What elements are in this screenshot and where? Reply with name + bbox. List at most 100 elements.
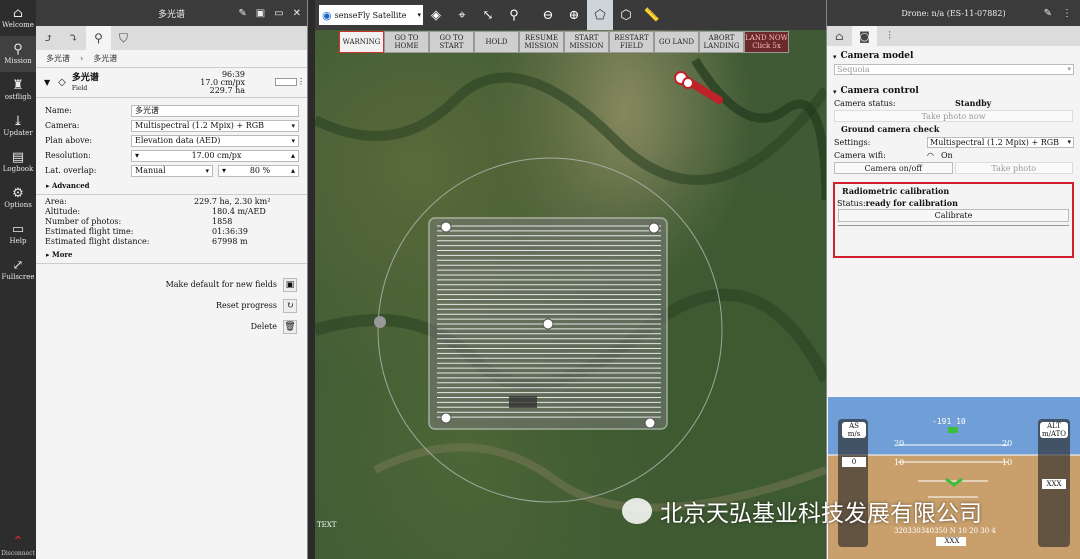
settings-select[interactable]: Multispectral (1.2 Mpix) + RGB (927, 136, 1074, 148)
more-vert-icon[interactable]: ⋮ (297, 77, 305, 86)
summary-label: Altitude: (45, 207, 81, 216)
breadcrumb-item[interactable]: 多光谱 (93, 53, 117, 64)
tab-takeoff[interactable]: ⤴ (36, 26, 61, 50)
zoom-out-button[interactable]: ⊖ (535, 0, 561, 30)
command-abort-landing-button[interactable]: ABORT LANDING (699, 31, 744, 53)
zoom-in-button[interactable]: ⊕ (561, 0, 587, 30)
camera-onoff-button[interactable]: Camera on/off (834, 162, 953, 174)
close-icon[interactable]: ✕ (293, 8, 301, 19)
calibrate-button[interactable]: Calibrate (838, 209, 1069, 222)
save-icon[interactable]: ▣ (256, 8, 265, 19)
layers-button[interactable]: ◈ (423, 0, 449, 30)
field-type: Field (71, 84, 88, 92)
take-photo-button[interactable]: Take photo (954, 162, 1073, 174)
command-resume-mission-button[interactable]: RESUME MISSION (519, 31, 564, 53)
increment-icon[interactable]: ▴ (291, 166, 295, 175)
locate-button[interactable]: ⚲ (501, 0, 527, 30)
nav-item-logbook[interactable]: ▤ Logbook (0, 144, 36, 180)
resolution-stepper[interactable]: ▾ 17.00 cm/px ▴ (131, 149, 299, 162)
polygon-corner-handle[interactable] (644, 417, 656, 429)
nav-item-help[interactable]: ▭ Help (0, 216, 36, 252)
nav-item-ostfligh[interactable]: ♜ ostfligh (0, 72, 36, 108)
camera-model-header[interactable]: Camera model (827, 50, 1080, 62)
breadcrumb-item[interactable]: 多光谱 (46, 53, 70, 64)
camera-status-row: Camera status: Standby (827, 97, 1080, 109)
postflight-icon: ♜ (12, 78, 24, 93)
disconnect-button[interactable]: ⌃ Disconnect (0, 534, 36, 557)
advanced-toggle[interactable]: ▸ Advanced (36, 178, 307, 192)
map-layer-select[interactable]: ◉ senseFly Satellite ▾ (319, 5, 423, 25)
tab-safety[interactable]: ⛉ (111, 26, 136, 50)
more-vert-icon[interactable]: ⋮ (1062, 8, 1072, 19)
polygon-corner-handle[interactable] (440, 221, 452, 233)
nav-item-mission[interactable]: ⚲ Mission (0, 36, 36, 72)
summary-row: Estimated flight distance: 67998 m (36, 237, 307, 247)
geofence-handle[interactable] (374, 316, 386, 328)
camera-select[interactable]: Multispectral (1.2 Mpix) + RGB (131, 119, 299, 132)
map-canvas[interactable] (315, 0, 826, 559)
more-toggle[interactable]: ▸ More (36, 247, 307, 261)
name-input[interactable]: 多光谱 (131, 104, 299, 117)
breadcrumb: 多光谱 › 多光谱 (36, 50, 307, 68)
map-toolbar: ◉ senseFly Satellite ▾ ◈ ⌖ ⤡ ⚲ ⊖ ⊕ ⬠ ⬡ 📏 (315, 0, 826, 30)
command-go-to-home-button[interactable]: GO TO HOME (384, 31, 429, 53)
takeoff-icon: ⤴ (43, 31, 54, 45)
tab-waypoint[interactable]: ⚲ (86, 26, 111, 50)
draw-area-button[interactable]: ⬠ (587, 0, 613, 30)
make-default-button[interactable]: ▣ (283, 277, 297, 292)
reset-progress-button[interactable]: ↻ (283, 298, 297, 313)
edit-icon[interactable]: ✎ (1044, 8, 1052, 19)
tab-landing[interactable]: ⤵ (61, 26, 86, 50)
wifi-value: On (941, 150, 953, 160)
nav-item-welcome[interactable]: ⌂ Welcome (0, 0, 36, 36)
field-header[interactable]: ▼ ◇ 多光谱 Field 96:39 17.0 cm/px 229.7 ha … (36, 68, 307, 98)
command-warning-button[interactable]: WARNING (339, 31, 384, 53)
camera-model-select[interactable]: Sequoia (834, 63, 1074, 75)
command-start-mission-button[interactable]: START MISSION (564, 31, 609, 53)
polygon-corner-handle[interactable] (648, 222, 660, 234)
tab-settings[interactable]: ⫶ (877, 26, 902, 46)
lat-overlap-stepper[interactable]: ▾ 80 % ▴ (218, 164, 299, 177)
collapse-caret-icon[interactable]: ▼ (44, 78, 50, 87)
increment-icon[interactable]: ▴ (291, 151, 295, 160)
nav-item-label: Logbook (2, 165, 34, 173)
command-land-now-click-5x-button[interactable]: LAND NOW Click 5x (744, 31, 789, 53)
decrement-icon[interactable]: ▾ (135, 151, 139, 160)
radiometric-status-value: ready for calibration (865, 198, 958, 208)
tab-camera[interactable]: ◙ (852, 26, 877, 46)
resolution-value: 17.00 cm/px (191, 151, 242, 160)
nav-item-label: Help (9, 237, 27, 245)
draw-polygon-button[interactable]: ⬡ (613, 0, 639, 30)
start-marker[interactable] (509, 396, 537, 408)
polygon-center-handle[interactable] (542, 318, 554, 330)
tab-flight[interactable]: ⌂ (827, 26, 852, 46)
summary-row: Number of photos: 1858 (36, 217, 307, 227)
nav-item-fullscree[interactable]: ⤢ Fullscree (0, 252, 36, 288)
decrement-icon[interactable]: ▾ (222, 166, 226, 175)
edit-icon[interactable]: ✎ (238, 8, 246, 19)
camera-icon: ◙ (859, 29, 870, 43)
nav-item-label: ostfligh (4, 93, 32, 101)
polygon-corner-handle[interactable] (440, 412, 452, 424)
fit-view-button[interactable]: ⤡ (475, 0, 501, 30)
command-restart-field-button[interactable]: RESTART FIELD (609, 31, 654, 53)
command-hold-button[interactable]: HOLD (474, 31, 519, 53)
plan-above-select[interactable]: Elevation data (AED) (131, 134, 299, 147)
nav-item-updater[interactable]: ⤓ Updater (0, 108, 36, 144)
map-view[interactable]: ◉ senseFly Satellite ▾ ◈ ⌖ ⤡ ⚲ ⊖ ⊕ ⬠ ⬡ 📏… (315, 0, 826, 559)
pitch-label: 10 (1002, 458, 1013, 467)
command-go-land-button[interactable]: GO LAND (654, 31, 699, 53)
watermark: 北京天弘基业科技发展有限公司 (622, 494, 982, 528)
delete-button[interactable]: 🗑 (283, 319, 297, 334)
field-color-swatch[interactable] (275, 78, 297, 86)
command-go-to-start-button[interactable]: GO TO START (429, 31, 474, 53)
attitude-indicator: -191 10 AS m/s 0 ALT m/ATO XXX 20 10 20 … (828, 397, 1080, 559)
lat-overlap-mode-select[interactable]: Manual (131, 164, 213, 177)
camera-control-header[interactable]: Camera control (827, 85, 1080, 97)
nav-item-options[interactable]: ⚙ Options (0, 180, 36, 216)
measure-button[interactable]: 📏 (639, 0, 665, 30)
nav-item-label: Updater (3, 129, 33, 137)
window-icon[interactable]: ▭ (274, 8, 283, 19)
take-photo-now-button[interactable]: Take photo now (834, 110, 1073, 122)
center-map-button[interactable]: ⌖ (449, 0, 475, 30)
